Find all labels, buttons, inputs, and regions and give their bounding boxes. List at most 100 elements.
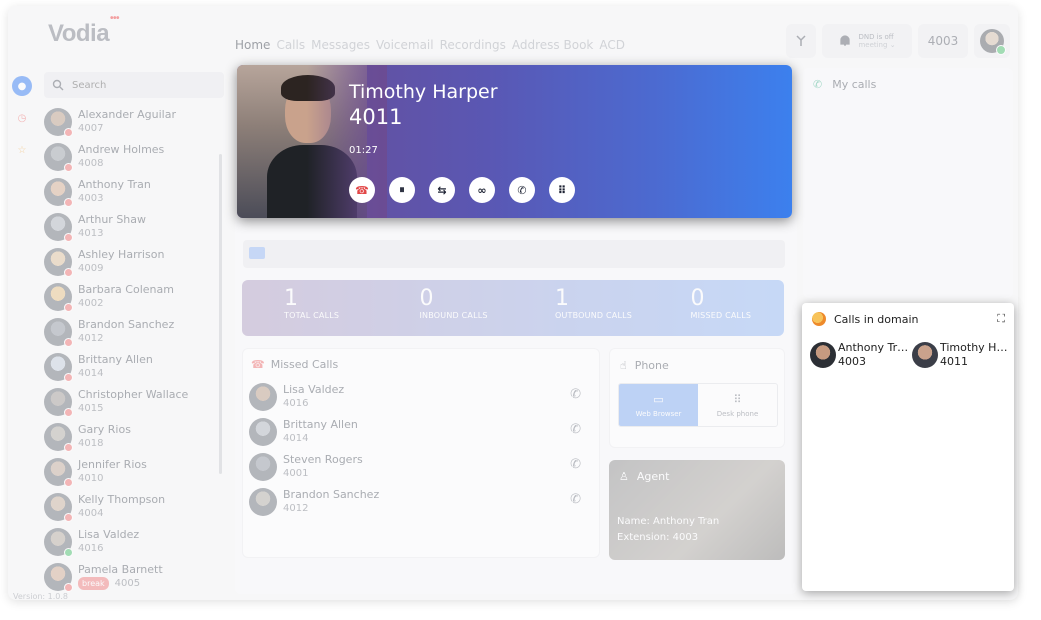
transfer-button[interactable]: ⇆ [429,177,455,203]
split-icon [796,35,806,46]
laptop-icon: ▭ [653,392,664,406]
avatar [44,352,73,382]
domain-call-ext: 4011 [940,355,968,368]
nav-home[interactable]: Home [235,38,270,52]
avatar [980,29,1006,55]
tab-web-browser[interactable]: ▭ Web Browser [619,384,698,426]
call-back-icon[interactable]: ✆ [570,387,581,402]
avatar [249,452,277,481]
park-button[interactable]: ∞ [469,177,495,203]
nav-acd[interactable]: ACD [599,38,625,52]
contact-item[interactable]: Ashley Harrison 4009 [44,244,222,279]
missed-call-row[interactable]: Lisa Valdez 4016 ✆ [249,379,589,414]
avatar [810,342,836,368]
avatar [249,487,277,516]
contact-item[interactable]: Lisa Valdez 4016 [44,524,222,559]
nav-calls[interactable]: Calls [276,38,305,52]
dnd-toggle[interactable]: DND is off meeting ⌄ [822,24,912,58]
contact-ext-row: 4013 [78,227,146,240]
hand-pointer-icon: ☝ [620,359,627,372]
contact-ext: 4015 [78,403,104,414]
contact-ext-row: 4009 [78,262,164,275]
stat-missed-calls: 0 MISSED CALLS [690,286,752,320]
contact-name: Brandon Sanchez [78,318,175,331]
missed-call-row[interactable]: Steven Rogers 4001 ✆ [249,449,589,484]
contact-item[interactable]: Christopher Wallace 4015 [44,384,222,419]
nav-voicemail[interactable]: Voicemail [376,38,434,52]
contact-info: Gary Rios 4018 [78,423,131,450]
contact-ext-row: 4015 [78,402,188,415]
contact-ext-row: break 4005 [78,577,163,590]
avatar [44,422,73,452]
contact-info: Alexander Aguilar 4007 [78,108,176,135]
stat-total-calls: 1 TOTAL CALLS [284,286,340,320]
stat-outbound-calls: 1 OUTBOUND CALLS [555,286,633,320]
status-badge: break [78,577,109,590]
contact-item[interactable]: Brandon Sanchez 4012 [44,314,222,349]
call-split-button[interactable] [786,24,816,58]
contact-item[interactable]: Barbara Colenam 4002 [44,279,222,314]
contact-item[interactable]: Andrew Holmes 4008 [44,139,222,174]
missed-call-row[interactable]: Brandon Sanchez 4012 ✆ [249,484,589,519]
missed-call-info: Lisa Valdez 4016 [283,383,344,410]
missed-call-row[interactable]: Brittany Allen 4014 ✆ [249,414,589,449]
clock-icon: ◷ [17,112,27,124]
contact-ext: 4018 [78,438,104,449]
avatar [44,527,73,557]
user-avatar-button[interactable] [974,24,1010,58]
contact-item[interactable]: Jennifer Rios 4010 [44,454,222,489]
search-bar [44,72,224,98]
contact-info: Barbara Colenam 4002 [78,283,174,310]
missed-call-ext: 4001 [283,468,309,479]
contact-ext: 4002 [78,298,104,309]
recent-tab-button[interactable]: ◷ [12,108,32,128]
dnd-mode[interactable]: meeting ⌄ [858,41,895,49]
contact-item[interactable]: Anthony Tran 4003 [44,174,222,209]
contact-item[interactable]: Arthur Shaw 4013 [44,209,222,244]
nav-messages[interactable]: Messages [311,38,370,52]
contact-ext: 4005 [114,578,141,589]
expand-icon[interactable]: ⛶ [997,312,1005,326]
caller-name: Timothy Harper [349,81,498,103]
quick-message-bar[interactable] [243,240,785,268]
search-input[interactable] [72,79,202,91]
hangup-button[interactable]: ☎ [349,177,375,203]
contact-ext: 4016 [78,543,104,554]
contact-item[interactable]: Alexander Aguilar 4007 [44,104,222,139]
contact-name: Pamela Barnett [78,563,163,576]
contact-item[interactable]: Kelly Thompson 4004 [44,489,222,524]
domain-call-item[interactable]: Anthony Tran 4003 [810,341,910,369]
nav-address-book[interactable]: Address Book [512,38,593,52]
phone-ring-icon: ✆ [813,78,823,91]
add-call-icon: ✆ [517,183,527,197]
contact-item[interactable]: Brittany Allen 4014 [44,349,222,384]
conference-button[interactable]: ✆ [509,177,535,203]
hold-button[interactable]: ⏸ [389,177,415,203]
domain-call-item[interactable]: Timothy Har... 4011 [912,341,1012,369]
globe-icon [812,312,826,326]
avatar [44,492,73,522]
active-call-card: Timothy Harper 4011 01:27 ☎ ⏸ ⇆ ∞ ✆ ⠿ [237,65,792,218]
vodia-logo: Vodia ••• [48,13,120,48]
contact-ext-row: 4016 [78,542,139,555]
contact-card-icon [249,247,265,259]
nav-recordings[interactable]: Recordings [440,38,506,52]
call-back-icon[interactable]: ✆ [570,492,581,507]
missed-calls-title: Missed Calls [270,358,339,371]
contact-name: Jennifer Rios [78,458,147,471]
contact-name: Ashley Harrison [78,248,165,261]
search-icon [52,79,64,91]
contacts-tab-button[interactable]: ● [12,76,32,96]
contact-item[interactable]: Pamela Barnett break 4005 [44,559,222,594]
dialpad-icon: ⠿ [733,392,742,406]
call-back-icon[interactable]: ✆ [570,457,581,472]
contact-list-scrollbar[interactable] [219,154,222,474]
dialpad-button[interactable]: ⠿ [549,177,575,203]
contact-item[interactable]: Gary Rios 4018 [44,419,222,454]
call-back-icon[interactable]: ✆ [570,422,581,437]
favorites-tab-button[interactable]: ☆ [12,140,32,160]
agent-card[interactable]: ♙ Agent Name: Anthony Tran Extension: 40… [609,460,785,560]
tab-desk-phone[interactable]: ⠿ Desk phone [698,384,777,426]
agent-title: Agent [636,470,670,483]
domain-call-name: Timothy Har... [940,341,1012,354]
